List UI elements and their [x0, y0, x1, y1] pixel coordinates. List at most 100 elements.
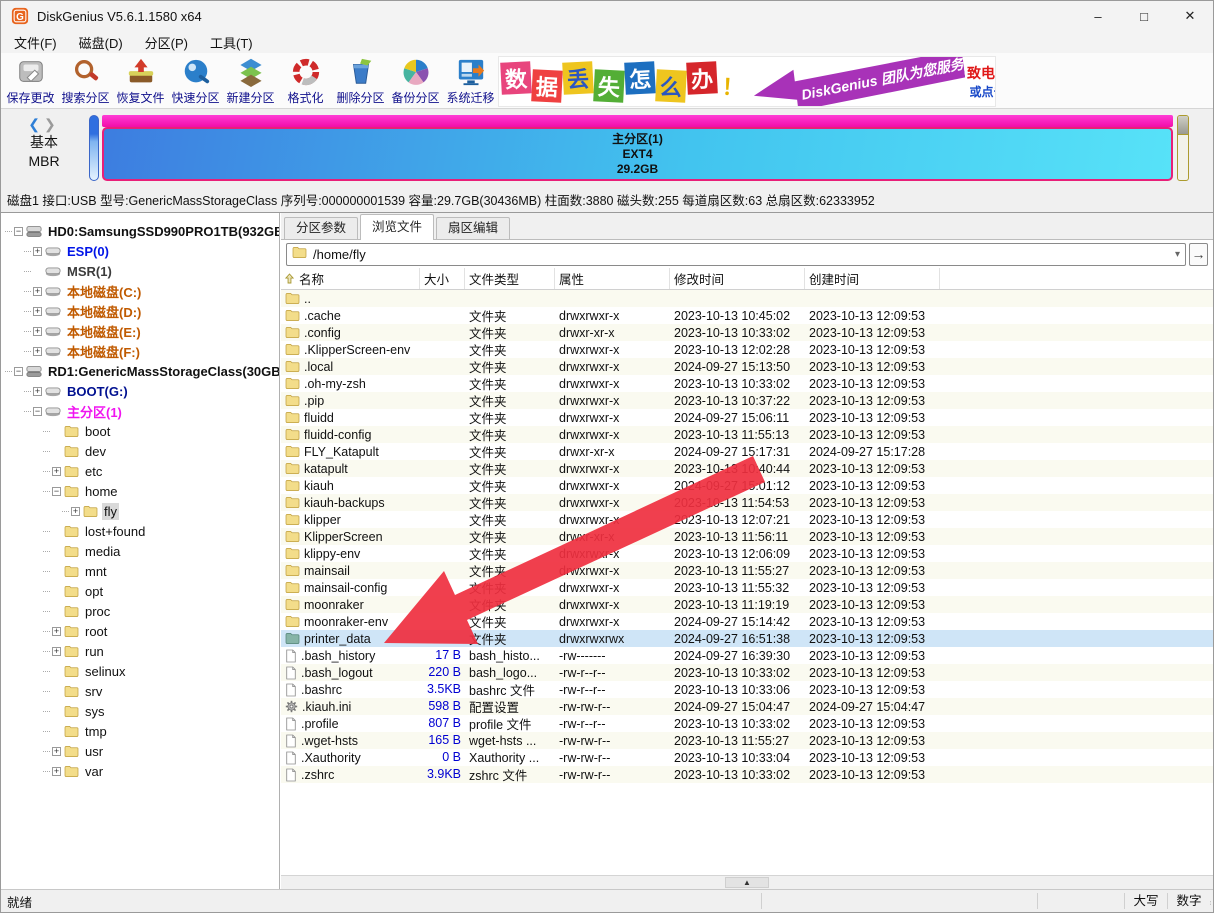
column-header-4[interactable]: 修改时间	[670, 268, 805, 289]
tree-item-rd1-genericmassstorageclass-30gb-[interactable]: −RD1:GenericMassStorageClass(30GB)	[1, 361, 279, 381]
tree-expand-box[interactable]: +	[52, 467, 61, 476]
ad-banner[interactable]: 数据丢失怎么办！ DiskGenius 团队为您服务 致电：400-008-99…	[498, 56, 996, 107]
table-row[interactable]: FLY_Katapult文件夹drwxr-xr-x2024-09-27 15:1…	[281, 443, 1213, 460]
maximize-button[interactable]: □	[1121, 1, 1167, 31]
tree-expand-box[interactable]: +	[33, 287, 42, 296]
table-row[interactable]: .cache文件夹drwxrwxr-x2023-10-13 10:45:0220…	[281, 307, 1213, 324]
column-header-3[interactable]: 属性	[555, 268, 670, 289]
disk-strip[interactable]	[102, 115, 1173, 127]
menu-item-3[interactable]: 工具(T)	[201, 33, 262, 52]
ad-contact[interactable]: 致电：400-008-9958 或点击此处选择QQ咨询	[967, 63, 996, 100]
tree-item-boot[interactable]: boot	[1, 421, 279, 441]
menu-item-0[interactable]: 文件(F)	[5, 33, 66, 52]
table-row[interactable]: .kiauh.ini598 B配置设置-rw-rw-r--2024-09-27 …	[281, 698, 1213, 715]
toolbar-search-button[interactable]: 搜索分区	[58, 55, 113, 107]
toolbar-recover-button[interactable]: 恢复文件	[113, 55, 168, 107]
ad-qq-line[interactable]: 或点击此处选择QQ咨询	[967, 83, 996, 100]
toolbar-migrate-button[interactable]: 系统迁移	[443, 55, 498, 107]
table-row[interactable]: katapult文件夹drwxrwxr-x2023-10-13 10:40:44…	[281, 460, 1213, 477]
table-row[interactable]: klippy-env文件夹drwxrwxr-x2023-10-13 12:06:…	[281, 545, 1213, 562]
toolbar-backup-button[interactable]: 备份分区	[388, 55, 443, 107]
table-row[interactable]: fluidd文件夹drwxrwxr-x2024-09-27 15:06:1120…	[281, 409, 1213, 426]
table-row[interactable]: .profile807 Bprofile 文件-rw-r--r--2023-10…	[281, 715, 1213, 732]
tree-item-opt[interactable]: opt	[1, 581, 279, 601]
tree-item-selinux[interactable]: selinux	[1, 661, 279, 681]
table-row[interactable]: ..	[281, 290, 1213, 307]
tree-expand-box[interactable]: +	[33, 347, 42, 356]
tree-item-fly[interactable]: +fly	[1, 501, 279, 521]
tree-item-tmp[interactable]: tmp	[1, 721, 279, 741]
table-row[interactable]: .wget-hsts165 Bwget-hsts ...-rw-rw-r--20…	[281, 732, 1213, 749]
table-row[interactable]: .pip文件夹drwxrwxr-x2023-10-13 10:37:222023…	[281, 392, 1213, 409]
tree-expand-box[interactable]: +	[71, 507, 80, 516]
tree-expand-box[interactable]: −	[52, 487, 61, 496]
table-row[interactable]: .oh-my-zsh文件夹drwxrwxr-x2023-10-13 10:33:…	[281, 375, 1213, 392]
table-row[interactable]: .config文件夹drwxr-xr-x2023-10-13 10:33:022…	[281, 324, 1213, 341]
partition-scroll-right[interactable]	[1177, 115, 1189, 181]
tree-expand-box[interactable]: +	[33, 387, 42, 396]
table-row[interactable]: printer_data文件夹drwxrwxrwx2024-09-27 16:5…	[281, 630, 1213, 647]
toolbar-delete-button[interactable]: 删除分区	[333, 55, 388, 107]
path-input[interactable]: /home/fly ▾	[286, 243, 1186, 266]
go-button[interactable]: →	[1189, 243, 1208, 266]
tree-item-etc[interactable]: +etc	[1, 461, 279, 481]
table-row[interactable]: .KlipperScreen-env文件夹drwxrwxr-x2023-10-1…	[281, 341, 1213, 358]
table-row[interactable]: .bash_history17 Bbash_histo...-rw-------…	[281, 647, 1213, 664]
toolbar-quick-button[interactable]: 快速分区	[168, 55, 223, 107]
tree-item-mnt[interactable]: mnt	[1, 561, 279, 581]
tree-item-run[interactable]: +run	[1, 641, 279, 661]
tree-item-dev[interactable]: dev	[1, 441, 279, 461]
table-row[interactable]: fluidd-config文件夹drwxrwxr-x2023-10-13 11:…	[281, 426, 1213, 443]
minimize-button[interactable]: –	[1075, 1, 1121, 31]
table-row[interactable]: .bash_logout220 Bbash_logo...-rw-r--r--2…	[281, 664, 1213, 681]
tab-1[interactable]: 浏览文件	[360, 214, 434, 240]
toolbar-new-partition-button[interactable]: 新建分区	[223, 55, 278, 107]
tree-item-msr-1-[interactable]: MSR(1)	[1, 261, 279, 281]
tree-item-lost-found[interactable]: lost+found	[1, 521, 279, 541]
tab-2[interactable]: 扇区编辑	[436, 217, 510, 239]
table-row[interactable]: kiauh文件夹drwxrwxr-x2024-09-27 15:01:12202…	[281, 477, 1213, 494]
tab-0[interactable]: 分区参数	[284, 217, 358, 239]
tree-expand-box[interactable]: +	[52, 747, 61, 756]
toolbar-save-button[interactable]: 保存更改	[3, 55, 58, 107]
tree-item-var[interactable]: +var	[1, 761, 279, 781]
tree-expand-box[interactable]: −	[14, 367, 23, 376]
table-row[interactable]: .zshrc3.9KBzshrc 文件-rw-rw-r--2023-10-13 …	[281, 766, 1213, 783]
table-row[interactable]: mainsail-config文件夹drwxrwxr-x2023-10-13 1…	[281, 579, 1213, 596]
horizontal-scrollbar[interactable]: ▲	[281, 875, 1213, 889]
partition-scroll-left[interactable]	[89, 115, 99, 181]
tree-item-boot-g-[interactable]: +BOOT(G:)	[1, 381, 279, 401]
table-row[interactable]: .Xauthority0 BXauthority ...-rw-rw-r--20…	[281, 749, 1213, 766]
tree-item--1-[interactable]: −主分区(1)	[1, 401, 279, 421]
tree-item-usr[interactable]: +usr	[1, 741, 279, 761]
resize-grip[interactable]	[1210, 895, 1211, 907]
tree-expand-box[interactable]: +	[33, 247, 42, 256]
tree-item-sys[interactable]: sys	[1, 701, 279, 721]
tree-item--c-[interactable]: +本地磁盘(C:)	[1, 281, 279, 301]
tree-item--e-[interactable]: +本地磁盘(E:)	[1, 321, 279, 341]
column-header-2[interactable]: 文件类型	[465, 268, 555, 289]
tree-expand-box[interactable]: +	[33, 327, 42, 336]
tree-item-proc[interactable]: proc	[1, 601, 279, 621]
table-row[interactable]: .bashrc3.5KBbashrc 文件-rw-r--r--2023-10-1…	[281, 681, 1213, 698]
table-row[interactable]: mainsail文件夹drwxrwxr-x2023-10-13 11:55:27…	[281, 562, 1213, 579]
tree-expand-box[interactable]: +	[52, 627, 61, 636]
tree-item-root[interactable]: +root	[1, 621, 279, 641]
menu-item-2[interactable]: 分区(P)	[136, 33, 197, 52]
column-header-1[interactable]: 大小	[420, 268, 465, 289]
tree-item--f-[interactable]: +本地磁盘(F:)	[1, 341, 279, 361]
next-disk-icon[interactable]: ❯	[44, 116, 60, 132]
scroll-collapse-button[interactable]: ▲	[725, 877, 769, 888]
tree-expand-box[interactable]: +	[52, 767, 61, 776]
tree-expand-box[interactable]: −	[33, 407, 42, 416]
menu-item-1[interactable]: 磁盘(D)	[70, 33, 132, 52]
tree-expand-box[interactable]: +	[33, 307, 42, 316]
chevron-down-icon[interactable]: ▾	[1175, 249, 1180, 260]
table-row[interactable]: moonraker-env文件夹drwxrwxr-x2024-09-27 15:…	[281, 613, 1213, 630]
tree-item-home[interactable]: −home	[1, 481, 279, 501]
tree-expand-box[interactable]: +	[52, 647, 61, 656]
tree-expand-box[interactable]: −	[14, 227, 23, 236]
tree-item-hd0-samsungssd990pro1tb-932gb-[interactable]: −HD0:SamsungSSD990PRO1TB(932GB)	[1, 221, 279, 241]
column-header-0[interactable]: 名称	[281, 268, 420, 289]
close-button[interactable]: ✕	[1167, 1, 1213, 31]
